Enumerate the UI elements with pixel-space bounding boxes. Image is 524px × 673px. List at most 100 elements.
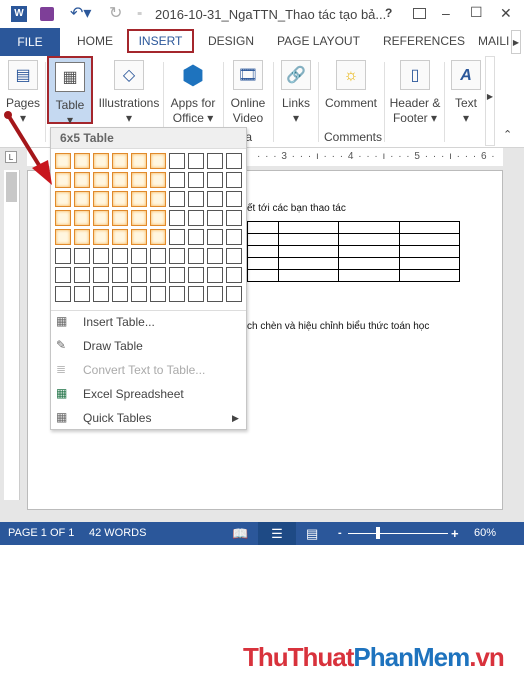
- table-grid-cell[interactable]: [169, 286, 185, 302]
- tab-design[interactable]: DESIGN: [208, 34, 254, 48]
- table-grid-cell[interactable]: [93, 286, 109, 302]
- ribbon-display-icon[interactable]: [413, 8, 426, 19]
- save-icon[interactable]: [40, 7, 54, 21]
- table-grid-cell[interactable]: [55, 191, 71, 207]
- table-grid-cell[interactable]: [226, 210, 242, 226]
- zoom-slider-thumb[interactable]: [376, 527, 380, 539]
- table-grid-cell[interactable]: [169, 191, 185, 207]
- table-grid-cell[interactable]: [55, 286, 71, 302]
- undo-icon[interactable]: ↶▾: [70, 3, 91, 23]
- table-grid-cell[interactable]: [150, 210, 166, 226]
- close-button[interactable]: ✕: [500, 5, 512, 22]
- table-grid-cell[interactable]: [55, 210, 71, 226]
- word-logo-icon[interactable]: W: [11, 6, 27, 22]
- minimize-button[interactable]: –: [442, 5, 450, 21]
- table-grid-cell[interactable]: [131, 248, 147, 264]
- tab-mailings[interactable]: MAILI: [478, 34, 509, 48]
- table-grid-cell[interactable]: [169, 248, 185, 264]
- table-cell[interactable]: [278, 233, 339, 246]
- table-grid-cell[interactable]: [112, 267, 128, 283]
- table-cell[interactable]: [399, 269, 460, 282]
- table-cell[interactable]: [338, 233, 400, 246]
- table-cell[interactable]: [278, 269, 339, 282]
- table-grid-cell[interactable]: [74, 267, 90, 283]
- table-grid-cell[interactable]: [188, 191, 204, 207]
- table-cell[interactable]: [247, 257, 279, 270]
- table-cell[interactable]: [247, 233, 279, 246]
- illustrations-button[interactable]: ◇ Illustrations ▾: [96, 60, 162, 126]
- table-cell[interactable]: [247, 269, 279, 282]
- table-grid-cell[interactable]: [112, 210, 128, 226]
- table-grid-cell[interactable]: [169, 267, 185, 283]
- table-grid-cell[interactable]: [131, 153, 147, 169]
- table-grid-cell[interactable]: [226, 153, 242, 169]
- table-grid-cell[interactable]: [207, 229, 223, 245]
- text-button[interactable]: A Text ▾: [447, 60, 485, 126]
- table-grid-cell[interactable]: [207, 153, 223, 169]
- table-grid-cell[interactable]: [93, 191, 109, 207]
- maximize-button[interactable]: ☐: [470, 4, 483, 21]
- menu-item-draw-table[interactable]: ✎ Draw Table: [51, 335, 246, 357]
- comment-button[interactable]: ☼ Comment: [321, 60, 381, 111]
- zoom-level[interactable]: 60%: [474, 522, 496, 545]
- tab-page-layout[interactable]: PAGE LAYOUT: [277, 34, 360, 48]
- table-cell[interactable]: [399, 233, 460, 246]
- table-grid-cell[interactable]: [112, 229, 128, 245]
- menu-item-quick-tables[interactable]: ▦ Quick Tables ▶: [51, 407, 246, 429]
- table-grid-cell[interactable]: [188, 210, 204, 226]
- table-grid-cell[interactable]: [226, 191, 242, 207]
- table-grid-cell[interactable]: [55, 229, 71, 245]
- table-grid-cell[interactable]: [112, 172, 128, 188]
- table-grid-cell[interactable]: [112, 286, 128, 302]
- table-grid-cell[interactable]: [93, 229, 109, 245]
- web-layout-icon[interactable]: ▤: [306, 522, 318, 545]
- table-grid-cell[interactable]: [226, 229, 242, 245]
- word-count[interactable]: 42 WORDS: [89, 522, 146, 545]
- table-grid-cell[interactable]: [74, 210, 90, 226]
- online-video-button[interactable]: 🎞 Online Video: [226, 60, 270, 126]
- table-grid-cell[interactable]: [188, 153, 204, 169]
- table-grid-cell[interactable]: [150, 153, 166, 169]
- zoom-out-button[interactable]: -: [338, 522, 342, 545]
- table-grid-cell[interactable]: [207, 172, 223, 188]
- table-cell[interactable]: [338, 257, 400, 270]
- table-grid-cell[interactable]: [93, 248, 109, 264]
- links-button[interactable]: 🔗 Links ▾: [276, 60, 316, 126]
- table-grid-cell[interactable]: [93, 267, 109, 283]
- tab-references[interactable]: REFERENCES: [383, 34, 465, 48]
- table-grid-cell[interactable]: [93, 210, 109, 226]
- redo-icon[interactable]: ↻: [109, 3, 122, 23]
- table-grid-cell[interactable]: [112, 153, 128, 169]
- table-grid-cell[interactable]: [74, 229, 90, 245]
- table-cell[interactable]: [278, 221, 339, 234]
- table-grid-cell[interactable]: [74, 191, 90, 207]
- table-grid-cell[interactable]: [169, 153, 185, 169]
- table-cell[interactable]: [338, 269, 400, 282]
- table-grid-cell[interactable]: [131, 286, 147, 302]
- help-button[interactable]: ?: [385, 6, 392, 20]
- tab-insert[interactable]: INSERT: [127, 29, 194, 53]
- collapse-ribbon-icon[interactable]: ⌃: [503, 128, 512, 141]
- table-cell[interactable]: [278, 257, 339, 270]
- table-grid-cell[interactable]: [207, 191, 223, 207]
- table-grid-cell[interactable]: [150, 191, 166, 207]
- read-mode-icon[interactable]: 📖: [232, 522, 248, 545]
- zoom-in-button[interactable]: +: [451, 522, 459, 545]
- tabs-scroll-right-icon[interactable]: ▶: [511, 30, 521, 54]
- table-cell[interactable]: [399, 257, 460, 270]
- customize-qat-icon[interactable]: ₌: [137, 7, 142, 18]
- table-grid-cell[interactable]: [188, 248, 204, 264]
- table-grid-cell[interactable]: [226, 172, 242, 188]
- table-grid-cell[interactable]: [74, 153, 90, 169]
- table-grid-cell[interactable]: [112, 248, 128, 264]
- zoom-slider[interactable]: [348, 527, 448, 539]
- tab-file[interactable]: FILE: [0, 28, 60, 56]
- table-grid-cell[interactable]: [150, 229, 166, 245]
- menu-item-excel-spreadsheet[interactable]: ▦ Excel Spreadsheet: [51, 383, 246, 405]
- table-cell[interactable]: [247, 221, 279, 234]
- table-grid-cell[interactable]: [93, 172, 109, 188]
- table-grid-cell[interactable]: [74, 248, 90, 264]
- table-grid-cell[interactable]: [226, 286, 242, 302]
- table-grid-cell[interactable]: [207, 267, 223, 283]
- table-grid-cell[interactable]: [131, 267, 147, 283]
